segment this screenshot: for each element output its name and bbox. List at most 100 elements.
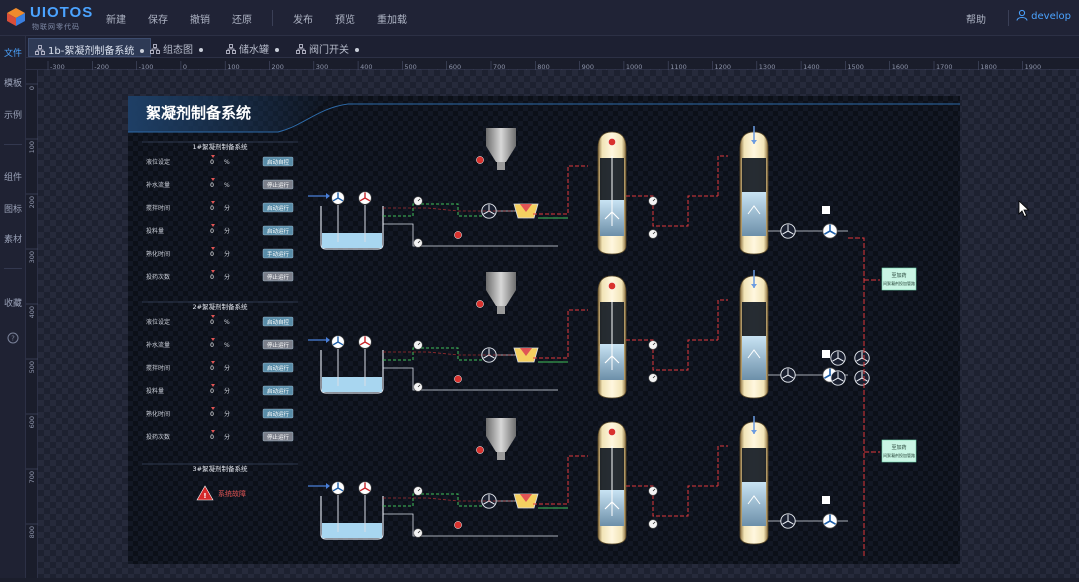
param-value: 0	[210, 365, 214, 372]
pump-icon[interactable]	[830, 370, 846, 386]
sidebar-item-file[interactable]: 文件	[0, 46, 26, 59]
menu-save[interactable]: 保存	[148, 11, 168, 26]
menu-divider	[272, 10, 273, 26]
pressure-gauge-icon[interactable]	[648, 486, 658, 496]
svg-text:?: ?	[11, 335, 15, 343]
left-sidebar: 文件 模板 示例 组件 图标 素材 收藏 ?	[0, 36, 26, 578]
sidebar-item-examples[interactable]: 示例	[0, 108, 26, 121]
pump-icon[interactable]	[780, 513, 796, 529]
marker-icon	[211, 270, 215, 273]
feed-hopper-outlet	[497, 452, 505, 460]
pressure-gauge-icon[interactable]	[413, 340, 423, 350]
pressure-gauge-icon[interactable]	[648, 340, 658, 350]
outlet-manifold-pipe	[848, 237, 865, 556]
pressure-gauge-icon[interactable]	[413, 238, 423, 248]
outlet-label: 至加药	[891, 444, 906, 451]
sidebar-item-icons[interactable]: 图标	[0, 202, 26, 215]
sidebar-item-favorites[interactable]: 收藏	[0, 296, 26, 309]
param-label: 液位设定	[146, 318, 170, 326]
param-value: 0	[210, 228, 214, 235]
menu-help[interactable]: 帮助	[966, 11, 986, 26]
marker-icon	[211, 430, 215, 433]
pressure-gauge-icon[interactable]	[648, 519, 658, 529]
param-unit: 分	[224, 204, 230, 212]
menu-redo[interactable]: 还原	[232, 11, 252, 26]
tab-flocculant-system[interactable]: 1b-絮凝剂制备系统	[28, 38, 152, 57]
param-value: 0	[210, 388, 214, 395]
inlet-arrow-icon	[326, 483, 330, 489]
user-icon	[1016, 9, 1028, 21]
pressure-gauge-icon[interactable]	[648, 229, 658, 239]
mouse-cursor-icon	[1018, 200, 1030, 218]
app-logo[interactable]: UIOTOS 物联网零代码	[6, 4, 96, 32]
param-value: 0	[210, 319, 214, 326]
pressure-gauge-icon[interactable]	[413, 486, 423, 496]
sidebar-divider	[4, 268, 22, 269]
pump-icon[interactable]	[780, 367, 796, 383]
pump-icon[interactable]	[854, 370, 870, 386]
marker-icon	[211, 224, 215, 227]
help-circle-icon[interactable]: ?	[7, 332, 19, 344]
menu-undo[interactable]: 撤销	[190, 11, 210, 26]
document-tabs: 1b-絮凝剂制备系统 组态图 储水罐 阀门开关	[26, 36, 1079, 58]
control-button-label: 停止运行	[267, 181, 290, 189]
mixer-icon[interactable]	[331, 191, 345, 205]
mixer-icon[interactable]	[331, 335, 345, 349]
control-button-label: 停止运行	[267, 273, 290, 281]
outlet-destination-box[interactable]	[881, 439, 917, 463]
param-label: 投料量	[146, 387, 164, 395]
pressure-gauge-icon[interactable]	[648, 373, 658, 383]
tab-scada[interactable]: 组态图	[144, 38, 209, 57]
tab-valve-switch[interactable]: 阀门开关	[290, 38, 365, 57]
outlet-destination-box[interactable]	[881, 267, 917, 291]
feed-hopper-outlet	[497, 306, 505, 314]
marker-icon	[211, 201, 215, 204]
menu-reload[interactable]: 重加载	[377, 11, 407, 26]
pressure-gauge-icon[interactable]	[413, 196, 423, 206]
status-lamp-icon	[476, 156, 484, 164]
pipe-white	[383, 367, 558, 391]
pump-icon[interactable]	[780, 223, 796, 239]
scada-diagram[interactable]: 絮凝剂制备系统 1#絮凝剂制备系统 液位设定 0% 启动自控 补水流量 0% 停止运行 搅拌时间…	[128, 96, 960, 564]
param-label: 投料量	[146, 227, 164, 235]
menu-new[interactable]: 新建	[106, 11, 126, 26]
control-button-label: 启动自控	[267, 318, 290, 326]
tab-close-dot[interactable]	[275, 48, 279, 52]
tab-water-tank[interactable]: 储水罐	[220, 38, 285, 57]
pressure-gauge-icon[interactable]	[413, 528, 423, 538]
sidebar-item-assets[interactable]: 素材	[0, 232, 26, 245]
pump-icon[interactable]	[822, 513, 838, 529]
marker-icon	[211, 361, 215, 364]
menu-preview[interactable]: 预览	[335, 11, 355, 26]
menu-publish[interactable]: 发布	[293, 11, 313, 26]
feed-hopper-cone	[486, 146, 516, 162]
top-toolbar: UIOTOS 物联网零代码 新建 保存 撤销 还原 发布 预览 重加载 帮助 d…	[0, 0, 1079, 36]
mixer-icon[interactable]	[331, 481, 345, 495]
mixer-icon[interactable]	[358, 481, 372, 495]
marker-icon	[211, 315, 215, 318]
param-label: 投药次数	[146, 273, 170, 281]
mixer-icon[interactable]	[358, 191, 372, 205]
user-menu[interactable]: develop	[1016, 9, 1071, 22]
feed-hopper-outlet	[497, 162, 505, 170]
mixer-icon[interactable]	[358, 335, 372, 349]
ruler-label: 0	[28, 86, 36, 90]
ruler-label: 300	[28, 251, 36, 263]
pump-icon[interactable]	[830, 350, 846, 366]
pressure-gauge-icon[interactable]	[413, 382, 423, 392]
tab-close-dot[interactable]	[199, 48, 203, 52]
pump-motor	[822, 496, 830, 504]
logo-text: UIOTOS	[30, 4, 94, 21]
pipe-red	[717, 155, 728, 196]
status-lamp-icon	[608, 138, 616, 146]
pump-icon[interactable]	[822, 223, 838, 239]
sidebar-item-template[interactable]: 模板	[0, 76, 26, 89]
sidebar-item-components[interactable]: 组件	[0, 170, 26, 183]
marker-icon	[211, 338, 215, 341]
pipe-red	[626, 485, 718, 517]
feed-hopper-cone	[486, 290, 516, 306]
tab-close-dot[interactable]	[355, 48, 359, 52]
pressure-gauge-icon[interactable]	[648, 196, 658, 206]
param-unit: %	[224, 159, 230, 166]
pump-icon[interactable]	[854, 350, 870, 366]
